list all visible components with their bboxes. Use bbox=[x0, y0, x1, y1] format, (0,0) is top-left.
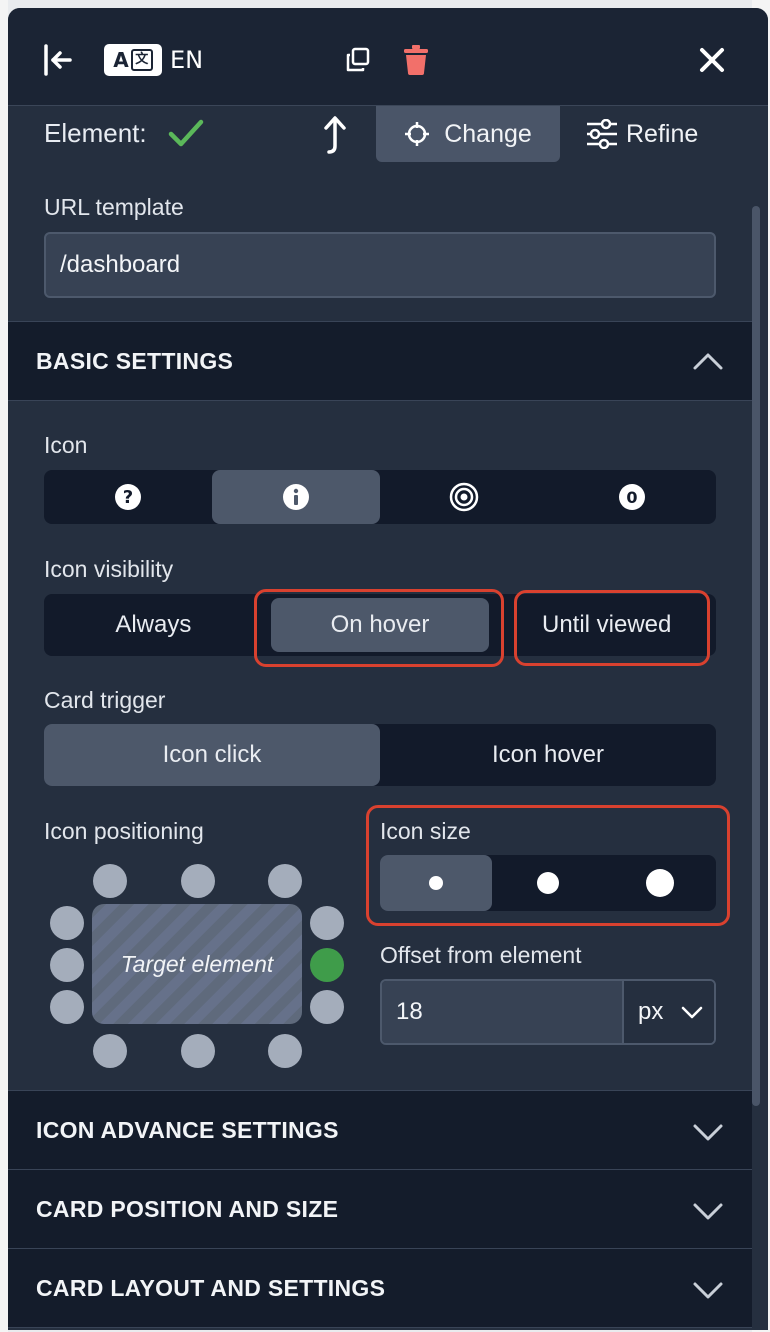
position-left-bottom[interactable] bbox=[50, 990, 84, 1024]
chevron-up-icon bbox=[693, 353, 723, 370]
chevron-down-icon bbox=[693, 1203, 723, 1220]
svg-text:0: 0 bbox=[626, 488, 637, 507]
icon-positioning-label: Icon positioning bbox=[44, 818, 204, 844]
settings-panel: A文 EN Element: Change Refine URL templat… bbox=[8, 8, 768, 1330]
offset-control: 18 px bbox=[380, 979, 716, 1045]
translate-icon: A文 bbox=[104, 44, 162, 76]
trigger-icon-hover[interactable]: Icon hover bbox=[380, 724, 716, 786]
svg-text:?: ? bbox=[123, 487, 133, 508]
language-switcher[interactable]: A文 EN bbox=[104, 42, 203, 78]
element-row: Element: Change Refine bbox=[8, 106, 768, 178]
trigger-icon-click[interactable]: Icon click bbox=[44, 724, 380, 786]
panel-header: A文 EN bbox=[8, 8, 768, 106]
icon-visibility-label: Icon visibility bbox=[44, 556, 174, 582]
highlight-on-hover bbox=[254, 589, 504, 667]
select-parent-icon[interactable] bbox=[316, 112, 352, 160]
target-element-preview: Target element bbox=[92, 904, 302, 1024]
position-top-left[interactable] bbox=[93, 864, 127, 898]
collapse-left-icon[interactable] bbox=[40, 42, 76, 78]
position-top-center[interactable] bbox=[181, 864, 215, 898]
change-label: Change bbox=[444, 119, 532, 148]
chevron-down-icon bbox=[693, 1282, 723, 1299]
background-left bbox=[0, 0, 8, 1332]
icon-option-zero[interactable]: 0 bbox=[548, 470, 716, 524]
url-template-input[interactable]: /dashboard bbox=[44, 232, 716, 298]
url-template-label: URL template bbox=[44, 194, 184, 220]
icon-position-picker: Target element bbox=[48, 858, 348, 1072]
element-label: Element: bbox=[44, 118, 147, 148]
info-icon bbox=[283, 484, 309, 510]
url-template-value: /dashboard bbox=[60, 251, 181, 278]
target-element-label: Target element bbox=[120, 950, 274, 977]
zero-icon: 0 bbox=[619, 484, 645, 510]
card-trigger-selector: Icon click Icon hover bbox=[44, 724, 716, 786]
position-bottom-center[interactable] bbox=[181, 1034, 215, 1068]
position-bottom-right[interactable] bbox=[268, 1034, 302, 1068]
chevron-down-icon bbox=[681, 1006, 703, 1019]
change-element-button[interactable]: Change bbox=[376, 106, 560, 162]
position-left-top[interactable] bbox=[50, 906, 84, 940]
crosshair-icon bbox=[405, 122, 430, 146]
duplicate-icon[interactable] bbox=[340, 44, 376, 76]
position-right-top[interactable] bbox=[310, 906, 344, 940]
section-card-layout-and-settings[interactable]: CARD LAYOUT AND SETTINGS bbox=[8, 1248, 752, 1328]
refine-label: Refine bbox=[626, 119, 699, 148]
offset-unit-value: px bbox=[638, 998, 664, 1025]
sliders-icon bbox=[587, 119, 617, 149]
card-trigger-label: Card trigger bbox=[44, 687, 166, 713]
language-code: EN bbox=[170, 46, 204, 74]
highlight-until-viewed bbox=[514, 590, 710, 666]
icon-option-question[interactable]: ? bbox=[44, 470, 212, 524]
position-right-middle[interactable] bbox=[310, 948, 344, 982]
icon-option-info[interactable] bbox=[212, 470, 380, 524]
icon-label: Icon bbox=[44, 432, 88, 458]
position-top-right[interactable] bbox=[268, 864, 302, 898]
target-icon bbox=[449, 482, 479, 512]
offset-label: Offset from element bbox=[380, 942, 582, 968]
offset-input[interactable]: 18 bbox=[382, 981, 624, 1043]
trash-icon[interactable] bbox=[398, 42, 434, 78]
check-icon bbox=[168, 116, 204, 150]
close-icon[interactable] bbox=[694, 44, 730, 76]
offset-unit-select[interactable]: px bbox=[624, 981, 714, 1043]
section-title: ICON ADVANCE SETTINGS bbox=[36, 1116, 339, 1143]
highlight-icon-size bbox=[366, 805, 730, 926]
icon-selector: ? 0 bbox=[44, 470, 716, 524]
section-title: CARD POSITION AND SIZE bbox=[36, 1195, 339, 1222]
refine-button[interactable]: Refine bbox=[586, 106, 726, 162]
icon-option-target[interactable] bbox=[380, 470, 548, 524]
section-card-position-and-size[interactable]: CARD POSITION AND SIZE bbox=[8, 1169, 752, 1249]
section-icon-advance-settings[interactable]: ICON ADVANCE SETTINGS bbox=[8, 1090, 752, 1170]
position-bottom-left[interactable] bbox=[93, 1034, 127, 1068]
visibility-always[interactable]: Always bbox=[44, 594, 263, 656]
scrollbar[interactable] bbox=[752, 206, 760, 1106]
position-left-middle[interactable] bbox=[50, 948, 84, 982]
chevron-down-icon bbox=[693, 1124, 723, 1141]
question-icon: ? bbox=[115, 484, 141, 510]
position-right-bottom[interactable] bbox=[310, 990, 344, 1024]
offset-value: 18 bbox=[396, 998, 423, 1025]
basic-settings-title: BASIC SETTINGS bbox=[36, 347, 234, 374]
section-title: CARD LAYOUT AND SETTINGS bbox=[36, 1274, 386, 1301]
basic-settings-header[interactable]: BASIC SETTINGS bbox=[8, 321, 752, 401]
